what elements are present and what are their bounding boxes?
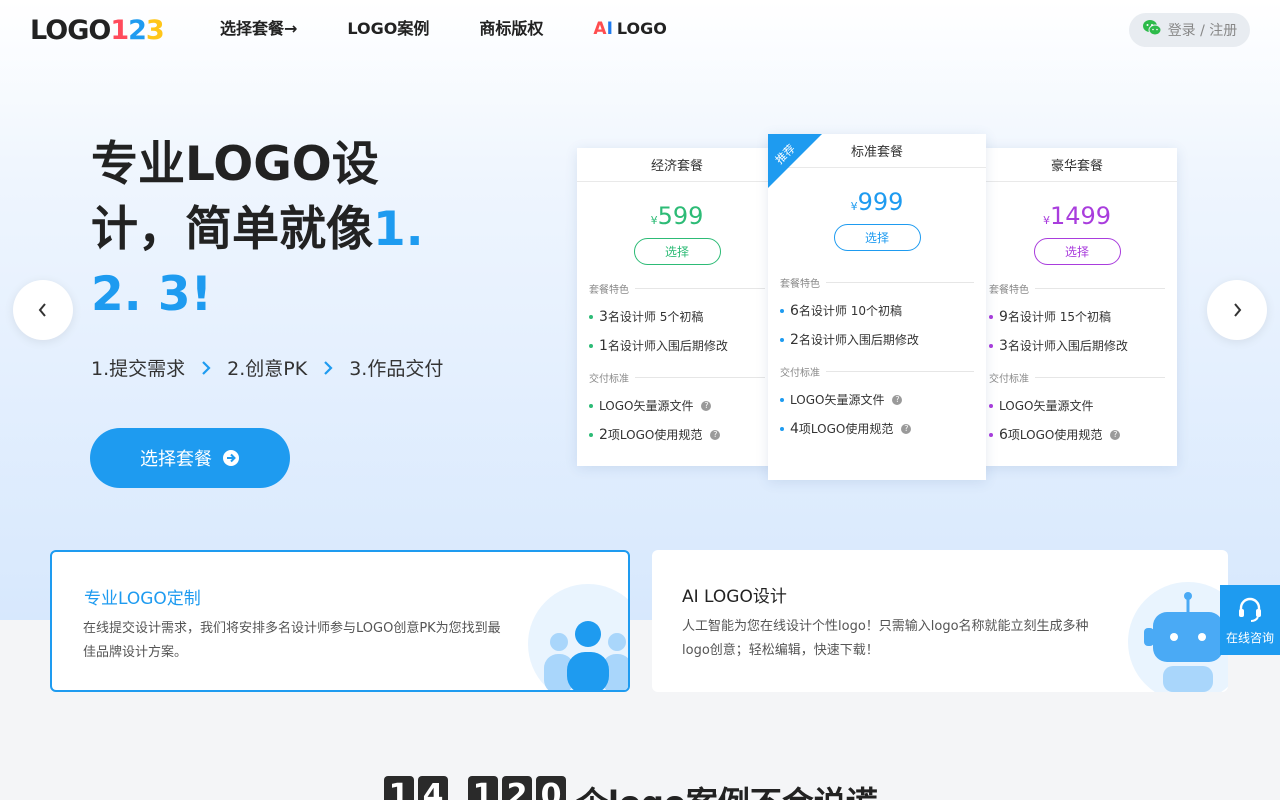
section-delivery: 交付标准 [780, 364, 974, 379]
pricing-card-economy: 经济套餐 ¥599 选择 套餐特色 3 名设计师 5个初稿 1 名设计师入围后期修改… [577, 148, 777, 466]
top-header: LOGO 1 2 3 选择套餐→ LOGO案例 商标版权 AI LOGO 登录 / 注… [0, 0, 1280, 60]
feature-row: 2 名设计师入围后期修改 [780, 325, 974, 354]
nav-ai-logo-label: LOGO [616, 19, 667, 38]
feature-row: 9 名设计师 15个初稿 [989, 302, 1165, 331]
chevron-right-icon [323, 360, 333, 376]
chevron-right-icon [201, 360, 211, 376]
section-delivery: 交付标准 [989, 370, 1165, 385]
help-icon[interactable]: ? [901, 423, 912, 434]
plan-select-button[interactable]: 选择 [833, 224, 921, 251]
plan-select-button[interactable]: 选择 [633, 238, 721, 265]
main-nav: 选择套餐→ LOGO案例 商标版权 AI LOGO [220, 18, 667, 40]
hero-title: 专业LOGO设 计，简单就像1. 2. 3! [91, 132, 471, 327]
step-3: 3.作品交付 [349, 358, 444, 380]
nav-choose-package[interactable]: 选择套餐→ [220, 18, 297, 40]
help-icon[interactable]: ? [892, 394, 903, 405]
login-register-button[interactable]: 登录 / 注册 [1129, 13, 1250, 47]
delivery-row: 4 项LOGO使用规范? [780, 414, 974, 443]
feature-row: 3 名设计师 5个初稿 [589, 302, 765, 331]
plan-name: 豪华套餐 [977, 148, 1177, 182]
logo-letters: LOGO [30, 14, 111, 46]
counter-digit: 1 [384, 776, 414, 800]
nav-logo-cases[interactable]: LOGO案例 [347, 18, 429, 40]
feature-title: AI LOGO设计 [682, 587, 787, 607]
delivery-row: 2 项LOGO使用规范? [589, 420, 765, 449]
feature-title: 专业LOGO定制 [84, 589, 201, 609]
process-steps: 1.提交需求 2.创意PK 3.作品交付 [91, 354, 443, 381]
chevron-right-icon [1234, 303, 1242, 317]
delivery-row: LOGO矢量源文件? [780, 385, 974, 414]
counter-digit: 0 [536, 776, 566, 800]
step-1: 1.提交需求 [91, 358, 186, 380]
hero-title-accent2: 2. 3! [91, 267, 213, 322]
section-delivery: 交付标准 [589, 370, 765, 385]
logo-digit-3: 3 [145, 14, 165, 46]
hero-title-line2: 计，简单就像 [91, 202, 373, 257]
section-features: 套餐特色 [589, 281, 765, 296]
carousel-next-button[interactable] [1207, 280, 1267, 340]
hero-title-accent1: 1. [373, 202, 424, 257]
feature-description: 在线提交设计需求，我们将安排多名设计师参与LOGO创意PK为您找到最佳品牌设计方… [83, 621, 501, 660]
logo-digit-1: 1 [110, 14, 129, 46]
counter-text: 个logo案例不会说谎 [576, 778, 878, 800]
delivery-row: LOGO矢量源文件 [989, 391, 1165, 420]
hero-title-line1: 专业LOGO设 [91, 137, 379, 192]
consult-label: 在线咨询 [1225, 630, 1274, 645]
help-icon[interactable]: ? [710, 429, 721, 440]
step-2: 2.创意PK [227, 358, 308, 380]
feature-row: 6 名设计师 10个初稿 [780, 296, 974, 325]
choose-package-label: 选择套餐 [140, 449, 212, 470]
feature-description: 人工智能为您在线设计个性logo！只需输入logo名称就能立刻生成多种logo创… [682, 619, 1089, 658]
counter-digit: 2 [502, 776, 532, 800]
feature-row: 3 名设计师入围后期修改 [989, 331, 1165, 360]
pricing-card-standard: 标准套餐 推荐 ¥999 选择 套餐特色 6 名设计师 10个初稿 2 名设计师入围… [768, 134, 986, 480]
site-logo[interactable]: LOGO 1 2 3 [30, 14, 165, 46]
help-icon[interactable]: ? [1110, 429, 1121, 440]
delivery-row: 6 项LOGO使用规范? [989, 420, 1165, 449]
ai-logo-icon: AI [593, 19, 613, 39]
delivery-row: LOGO矢量源文件? [589, 391, 765, 420]
plan-price: ¥599 [650, 202, 704, 230]
plan-name: 经济套餐 [577, 148, 777, 182]
help-icon[interactable]: ? [701, 400, 712, 411]
plan-price: ¥999 [850, 188, 904, 216]
nav-trademark[interactable]: 商标版权 [479, 18, 543, 40]
feature-row: 1 名设计师入围后期修改 [589, 331, 765, 360]
pricing-card-deluxe: 豪华套餐 ¥1499 选择 套餐特色 9 名设计师 15个初稿 3 名设计师入围后期… [977, 148, 1177, 466]
case-counter: 1 4 1 2 0 个logo案例不会说谎 [384, 776, 878, 800]
plan-select-button[interactable]: 选择 [1033, 238, 1121, 265]
online-consult-button[interactable]: 在线咨询 [1220, 585, 1280, 655]
counter-digit: 1 [468, 776, 498, 800]
feature-card-custom-logo[interactable]: 专业LOGO定制 在线提交设计需求，我们将安排多名设计师参与LOGO创意PK为您… [50, 550, 630, 692]
carousel-prev-button[interactable] [13, 280, 73, 340]
logo-digit-2: 2 [128, 14, 147, 46]
choose-package-button[interactable]: 选择套餐 [90, 428, 290, 488]
headset-icon [1239, 597, 1261, 622]
plan-price: ¥1499 [1042, 202, 1112, 230]
robot-icon [1128, 582, 1228, 692]
chevron-left-icon [38, 303, 46, 317]
wechat-icon [1142, 19, 1162, 41]
login-register-label: 登录 / 注册 [1167, 23, 1238, 39]
arrow-circle-right-icon [223, 450, 239, 466]
feature-card-ai-logo[interactable]: AI LOGO设计 人工智能为您在线设计个性logo！只需输入logo名称就能立… [652, 550, 1228, 692]
section-features: 套餐特色 [780, 275, 974, 290]
counter-digit: 4 [418, 776, 448, 800]
designers-team-icon [528, 584, 628, 690]
section-features: 套餐特色 [989, 281, 1165, 296]
nav-ai-logo[interactable]: AI LOGO [593, 18, 666, 40]
